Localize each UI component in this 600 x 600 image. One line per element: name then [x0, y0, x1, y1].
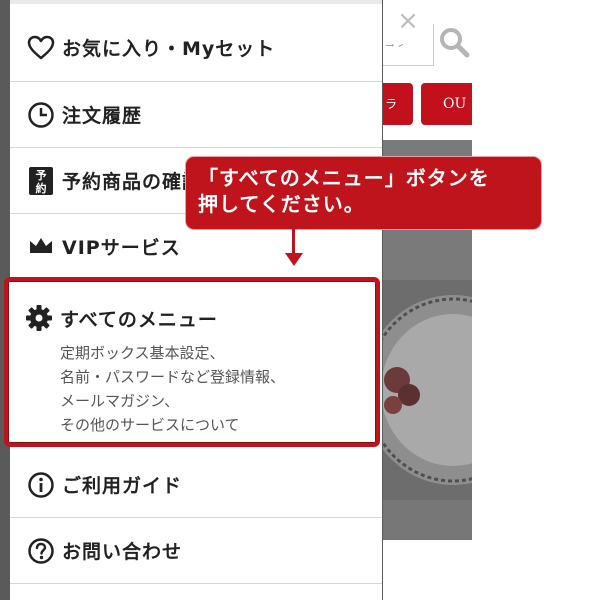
- all-menu-title: すべてのメニュー: [24, 303, 218, 333]
- heart-icon: [26, 33, 56, 63]
- all-menu-button[interactable]: すべてのメニュー 定期ボックス基本設定、 名前・パスワードなど登録情報、 メール…: [4, 277, 380, 447]
- callout-line: 押してください。: [198, 192, 365, 216]
- menu-item-favorites[interactable]: お気に入り・Myセット: [10, 14, 382, 82]
- description-line: メールマガジン、: [60, 392, 180, 410]
- search-icon: [440, 28, 470, 58]
- gear-icon: [24, 303, 54, 333]
- menu-item-label: 注文履歴: [62, 105, 143, 127]
- instruction-callout: 「すべてのメニュー」ボタンを 押してください。: [186, 157, 541, 229]
- question-icon: [26, 536, 56, 566]
- background-outlet-button: OU: [421, 83, 472, 125]
- menu-item-label: VIPサービス: [62, 236, 181, 259]
- menu-item-guide[interactable]: ご利用ガイド: [10, 452, 382, 518]
- callout-line: 「すべてのメニュー」ボタンを: [198, 166, 490, 190]
- info-icon: [26, 470, 56, 500]
- menu-item-label: お問い合わせ: [62, 541, 183, 563]
- all-menu-label: すべてのメニュー: [60, 308, 218, 331]
- description-line: 定期ボックス基本設定、: [60, 344, 225, 362]
- drawer-top-edge: [10, 0, 382, 4]
- all-menu-description: 定期ボックス基本設定、 名前・パスワードなど登録情報、 メールマガジン、 その他…: [60, 341, 285, 437]
- menu-item-order-history[interactable]: 注文履歴: [10, 82, 382, 148]
- plate-image: [383, 280, 472, 540]
- svg-text:約: 約: [36, 181, 47, 195]
- description-line: 名前・パスワードなど登録情報、: [60, 368, 286, 386]
- menu-item-contact[interactable]: お問い合わせ: [10, 518, 382, 584]
- menu-item-label: 予約商品の確認: [62, 171, 203, 193]
- background-footer: [383, 540, 472, 600]
- background-red-button: ラ: [383, 83, 413, 125]
- reservation-icon: 予 約: [26, 166, 56, 196]
- close-button[interactable]: ×: [383, 0, 433, 44]
- callout-arrow: [292, 229, 295, 255]
- clock-icon: [26, 100, 56, 130]
- description-line: その他のサービスについて: [60, 416, 240, 434]
- menu-item-label: お気に入り・Myセット: [62, 38, 276, 60]
- crown-icon: [26, 231, 56, 261]
- background-photo: [383, 280, 472, 540]
- svg-text:予: 予: [36, 169, 47, 182]
- callout-arrow-head: [285, 253, 303, 266]
- menu-item-label: ご利用ガイド: [62, 475, 183, 497]
